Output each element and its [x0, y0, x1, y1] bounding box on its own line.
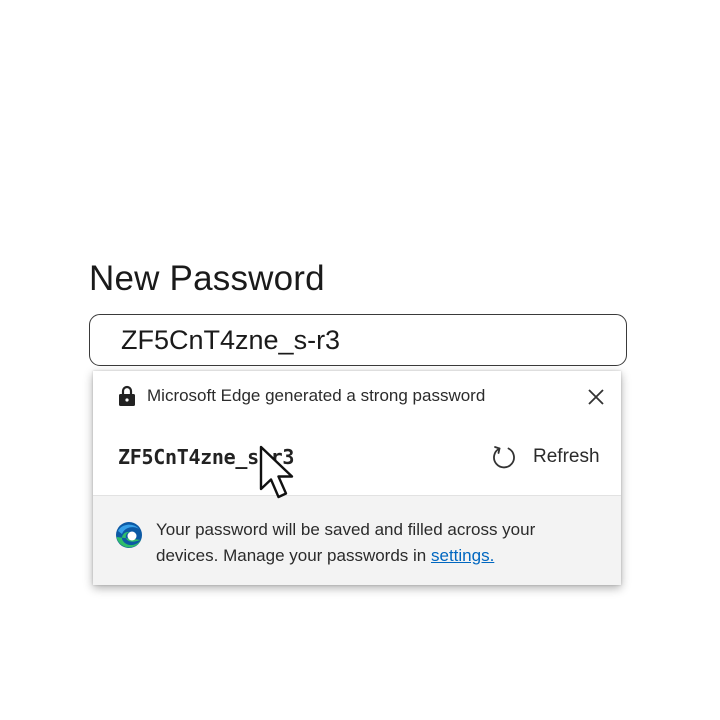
footer-text-line2: devices. Manage your passwords in [156, 546, 431, 565]
refresh-label: Refresh [533, 446, 600, 467]
close-icon[interactable] [587, 388, 605, 406]
settings-link[interactable]: settings. [431, 546, 494, 565]
new-password-label: New Password [89, 259, 325, 298]
footer-text-line1: Your password will be saved and filled a… [156, 520, 536, 539]
popup-header: Microsoft Edge generated a strong passwo… [93, 371, 621, 421]
close-button[interactable] [583, 384, 609, 410]
refresh-icon[interactable] [489, 442, 519, 472]
popup-footer: Your password will be saved and filled a… [93, 495, 621, 585]
edge-icon [116, 522, 142, 548]
suggested-password-row: ZF5CnT4zne_s-r3 Refresh [93, 421, 621, 495]
password-suggestion-popup: Microsoft Edge generated a strong passwo… [93, 371, 621, 585]
refresh-button[interactable]: Refresh [489, 441, 600, 473]
password-form: New Password Microsoft Edge generated a … [0, 0, 720, 720]
popup-footer-text: Your password will be saved and filled a… [156, 517, 596, 569]
suggested-password[interactable]: ZF5CnT4zne_s-r3 [118, 444, 294, 470]
lock-icon [119, 385, 135, 406]
popup-header-text: Microsoft Edge generated a strong passwo… [147, 386, 486, 405]
new-password-input[interactable] [89, 314, 627, 366]
